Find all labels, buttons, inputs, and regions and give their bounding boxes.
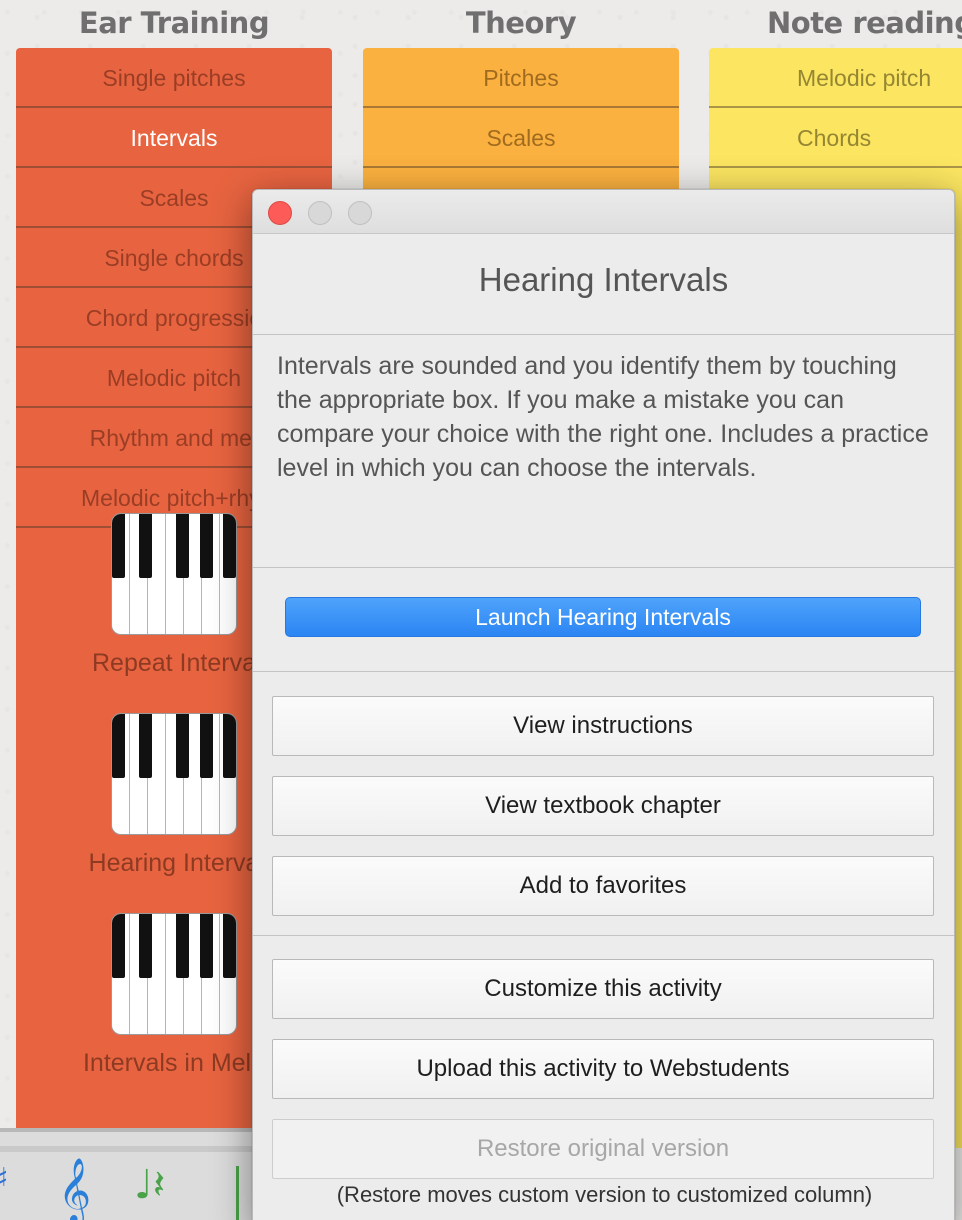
minimize-window-button[interactable] — [308, 201, 332, 225]
piano-keyboard-icon — [111, 713, 237, 835]
category-single-pitches[interactable]: Single pitches — [16, 48, 332, 108]
dialog-titlebar[interactable] — [253, 190, 954, 234]
category-melodic-pitch[interactable]: Melodic pitch — [709, 48, 962, 108]
dialog-title: Hearing Intervals — [253, 234, 954, 335]
info-buttons-group: View instructions View textbook chapter … — [253, 672, 954, 936]
note-reading-heading: Note reading — [767, 6, 962, 40]
close-window-button[interactable] — [268, 201, 292, 225]
sharp-icon[interactable]: ♯ — [0, 1162, 9, 1197]
category-pitches[interactable]: Pitches — [363, 48, 679, 108]
upload-to-webstudents-button[interactable]: Upload this activity to Webstudents — [272, 1039, 934, 1099]
ear-training-heading: Ear Training — [78, 6, 270, 40]
category-scales[interactable]: Scales — [363, 108, 679, 168]
launch-button[interactable]: Launch Hearing Intervals — [285, 597, 921, 637]
theory-heading: Theory — [465, 6, 577, 40]
barline-icon — [236, 1166, 239, 1220]
restore-note: (Restore moves custom version to customi… — [336, 1182, 873, 1207]
bottom-toolbar: ♯ 𝄞 ♩𝄽 — [0, 1128, 260, 1220]
view-instructions-button[interactable]: View instructions — [272, 696, 934, 756]
customize-activity-button[interactable]: Customize this activity — [272, 959, 934, 1019]
zoom-window-button[interactable] — [348, 201, 372, 225]
activity-description: Intervals are sounded and you identify t… — [253, 335, 954, 568]
category-chords[interactable]: Chords — [709, 108, 962, 168]
activity-dialog: Hearing Intervals Intervals are sounded … — [252, 189, 955, 1220]
restore-original-button[interactable]: Restore original version — [272, 1119, 934, 1179]
theory-column: Pitches Scales — [363, 48, 679, 198]
add-to-favorites-button[interactable]: Add to favorites — [272, 856, 934, 916]
treble-clef-icon[interactable]: 𝄞 — [58, 1158, 91, 1220]
piano-keyboard-icon — [111, 513, 237, 635]
piano-keyboard-icon — [111, 913, 237, 1035]
notes-rest-icon[interactable]: ♩𝄽 — [134, 1162, 165, 1208]
view-textbook-chapter-button[interactable]: View textbook chapter — [272, 776, 934, 836]
launch-section: Launch Hearing Intervals — [253, 568, 954, 672]
category-intervals[interactable]: Intervals — [16, 108, 332, 168]
